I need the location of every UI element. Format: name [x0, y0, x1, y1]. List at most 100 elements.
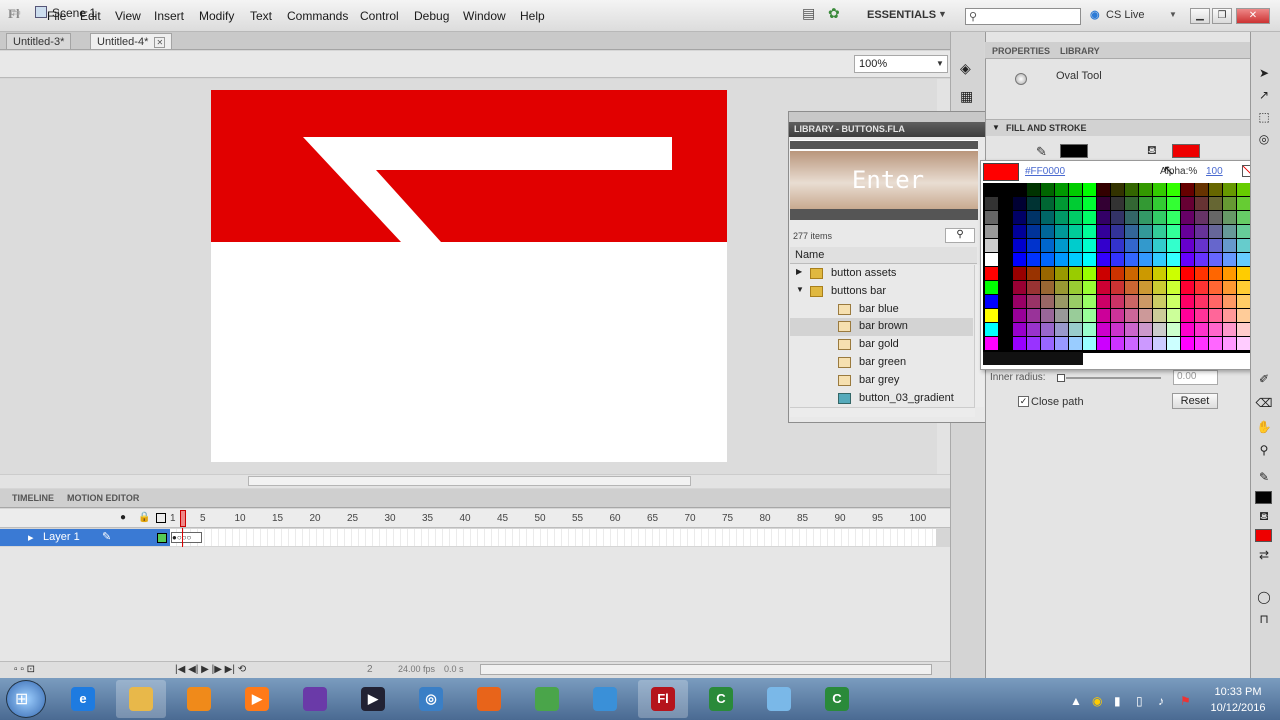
swatch[interactable]: [1069, 239, 1082, 252]
taskbar-button[interactable]: C: [812, 680, 862, 718]
swatch[interactable]: [985, 253, 998, 266]
swatch[interactable]: [1181, 183, 1194, 196]
swatch[interactable]: [1097, 239, 1110, 252]
library-item[interactable]: button_03_gradient: [790, 390, 973, 408]
back-arrow-icon[interactable]: ⇦: [10, 5, 21, 21]
swatch[interactable]: [1027, 197, 1040, 210]
zoom-tool-icon[interactable]: ⚲: [1255, 443, 1273, 459]
swatch[interactable]: [1041, 197, 1054, 210]
swatch[interactable]: [999, 309, 1012, 322]
swatch[interactable]: [1041, 267, 1054, 280]
swap-colors-icon[interactable]: ⇄: [1255, 548, 1273, 564]
swatch[interactable]: [1041, 295, 1054, 308]
swatch[interactable]: [1097, 197, 1110, 210]
library-item[interactable]: bar gold: [790, 336, 973, 354]
clock-time[interactable]: 10:33 PM: [1208, 686, 1268, 698]
swatch[interactable]: [1139, 281, 1152, 294]
workspace-switcher[interactable]: ESSENTIALS: [867, 9, 936, 21]
tab-motion-editor[interactable]: MOTION EDITOR: [67, 493, 139, 503]
swatch[interactable]: [985, 183, 998, 196]
swatch[interactable]: [1223, 211, 1236, 224]
swatch[interactable]: [985, 197, 998, 210]
library-panel-grip[interactable]: [789, 112, 985, 122]
swatch[interactable]: [1069, 253, 1082, 266]
swatch[interactable]: [1139, 267, 1152, 280]
taskbar-button[interactable]: e: [58, 680, 108, 718]
swatch[interactable]: [1097, 211, 1110, 224]
swatch[interactable]: [999, 183, 1012, 196]
swatch[interactable]: [1181, 295, 1194, 308]
swatch[interactable]: [1013, 211, 1026, 224]
swatch[interactable]: [1181, 197, 1194, 210]
swatch[interactable]: [1167, 239, 1180, 252]
swatch[interactable]: [1153, 295, 1166, 308]
swatch[interactable]: [985, 239, 998, 252]
chevron-down-icon[interactable]: ▼: [1169, 10, 1177, 19]
swatch[interactable]: [1153, 337, 1166, 350]
swatch[interactable]: [1153, 183, 1166, 196]
swatch[interactable]: [1125, 295, 1138, 308]
swatch[interactable]: [1153, 253, 1166, 266]
swatch[interactable]: [1069, 211, 1082, 224]
swatch[interactable]: [1125, 197, 1138, 210]
menu-modify[interactable]: Modify: [199, 9, 234, 23]
swatch[interactable]: [1181, 281, 1194, 294]
swatch[interactable]: [1027, 225, 1040, 238]
new-layer-icon[interactable]: ▫ ▫ ⊡: [14, 664, 35, 675]
swatch[interactable]: [1097, 253, 1110, 266]
taskbar-button[interactable]: C: [696, 680, 746, 718]
swatch[interactable]: [1083, 211, 1096, 224]
swatch[interactable]: [1237, 211, 1250, 224]
swatch[interactable]: [999, 239, 1012, 252]
swatch[interactable]: [1167, 267, 1180, 280]
swatch[interactable]: [1055, 309, 1068, 322]
swatch[interactable]: [1223, 309, 1236, 322]
swatch[interactable]: [1125, 267, 1138, 280]
swatch[interactable]: [1013, 197, 1026, 210]
swatch[interactable]: [1153, 309, 1166, 322]
library-item[interactable]: bar blue: [790, 301, 973, 319]
menu-help[interactable]: Help: [520, 9, 545, 23]
swatch[interactable]: [1041, 337, 1054, 350]
swatch[interactable]: [1041, 239, 1054, 252]
swatch[interactable]: [1139, 239, 1152, 252]
hex-value[interactable]: #FF0000: [1025, 166, 1065, 177]
swatch[interactable]: [1097, 225, 1110, 238]
swatch[interactable]: [1237, 239, 1250, 252]
library-item[interactable]: bar green: [790, 354, 973, 372]
slider-track[interactable]: [1066, 377, 1161, 379]
stage-artwork[interactable]: [211, 90, 727, 462]
swatch[interactable]: [1139, 211, 1152, 224]
playhead[interactable]: [180, 510, 186, 527]
swatch[interactable]: [985, 295, 998, 308]
layer-color-icon[interactable]: [157, 533, 167, 543]
swatch[interactable]: [1111, 323, 1124, 336]
taskbar-button[interactable]: Fl: [638, 680, 688, 718]
swatch[interactable]: [1055, 239, 1068, 252]
library-search-input[interactable]: ⚲: [945, 228, 975, 243]
close-path-checkbox[interactable]: ✓: [1018, 396, 1029, 407]
swatch[interactable]: [1223, 225, 1236, 238]
swatch[interactable]: [1139, 197, 1152, 210]
swatch[interactable]: [1223, 267, 1236, 280]
taskbar-button[interactable]: [290, 680, 340, 718]
swatch[interactable]: [1055, 323, 1068, 336]
smooth-icon[interactable]: ⊓: [1255, 612, 1273, 628]
swatch[interactable]: [1209, 253, 1222, 266]
swatch[interactable]: [1013, 267, 1026, 280]
swatch[interactable]: [1055, 337, 1068, 350]
edit-scene-icon[interactable]: ▤: [802, 5, 815, 22]
swatch[interactable]: [1139, 225, 1152, 238]
swatch[interactable]: [1195, 253, 1208, 266]
swatch[interactable]: [1027, 253, 1040, 266]
swatch[interactable]: [1209, 211, 1222, 224]
lock-icon[interactable]: 🔒: [138, 512, 150, 523]
menu-debug[interactable]: Debug: [414, 9, 449, 23]
swatch[interactable]: [1041, 281, 1054, 294]
swatch[interactable]: [1111, 197, 1124, 210]
chevron-down-icon[interactable]: ▼: [936, 59, 944, 68]
swatch[interactable]: [1083, 253, 1096, 266]
stroke-color-tool[interactable]: [1255, 491, 1272, 504]
cs-live-button[interactable]: CS Live: [1106, 9, 1145, 21]
swatch[interactable]: [1083, 267, 1096, 280]
